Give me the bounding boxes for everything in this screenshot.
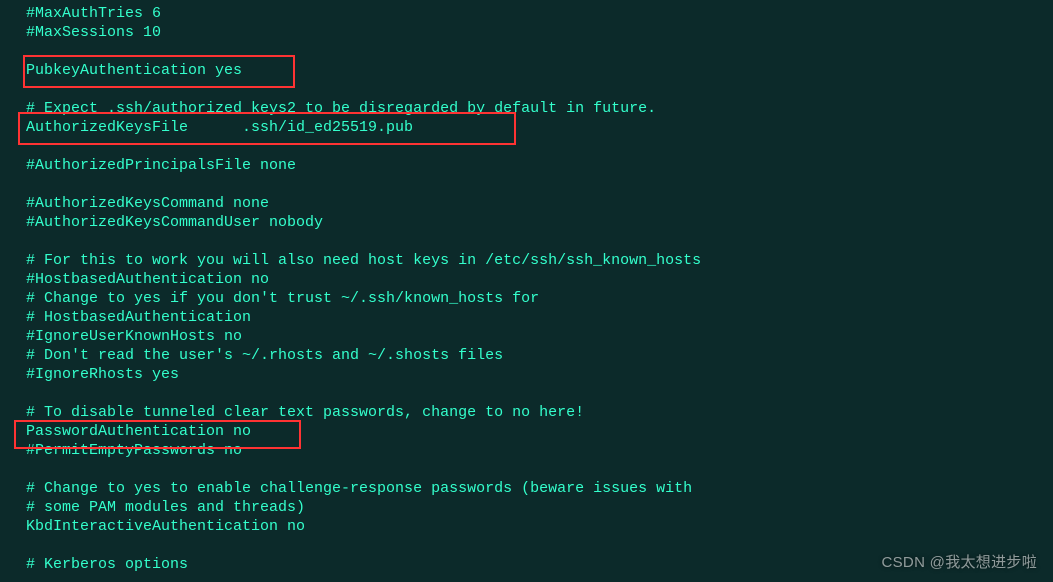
config-line: #MaxSessions 10 (26, 23, 1053, 42)
config-line (26, 42, 1053, 61)
config-line: #PermitEmptyPasswords no (26, 441, 1053, 460)
config-line: PasswordAuthentication no (26, 422, 1053, 441)
config-line: #AuthorizedPrincipalsFile none (26, 156, 1053, 175)
config-line: # Change to yes to enable challenge-resp… (26, 479, 1053, 498)
config-line: # To disable tunneled clear text passwor… (26, 403, 1053, 422)
config-line: #IgnoreRhosts yes (26, 365, 1053, 384)
config-line: # Kerberos options (26, 555, 1053, 574)
config-line (26, 175, 1053, 194)
config-line: #AuthorizedKeysCommandUser nobody (26, 213, 1053, 232)
config-line: # HostbasedAuthentication (26, 308, 1053, 327)
config-line (26, 460, 1053, 479)
config-line: #IgnoreUserKnownHosts no (26, 327, 1053, 346)
editor-gutter (0, 0, 17, 582)
config-line: #HostbasedAuthentication no (26, 270, 1053, 289)
config-line (26, 384, 1053, 403)
config-line: # some PAM modules and threads) (26, 498, 1053, 517)
config-line: # Change to yes if you don't trust ~/.ss… (26, 289, 1053, 308)
editor-content[interactable]: #MaxAuthTries 6 #MaxSessions 10 PubkeyAu… (17, 0, 1053, 574)
config-line: # For this to work you will also need ho… (26, 251, 1053, 270)
config-line (26, 80, 1053, 99)
config-line: AuthorizedKeysFile .ssh/id_ed25519.pub (26, 118, 1053, 137)
config-line: KbdInteractiveAuthentication no (26, 517, 1053, 536)
config-line (26, 232, 1053, 251)
config-line: # Expect .ssh/authorized_keys2 to be dis… (26, 99, 1053, 118)
config-line: #MaxAuthTries 6 (26, 4, 1053, 23)
config-line (26, 137, 1053, 156)
config-line: # Don't read the user's ~/.rhosts and ~/… (26, 346, 1053, 365)
config-line: #AuthorizedKeysCommand none (26, 194, 1053, 213)
config-line (26, 536, 1053, 555)
config-line: PubkeyAuthentication yes (26, 61, 1053, 80)
